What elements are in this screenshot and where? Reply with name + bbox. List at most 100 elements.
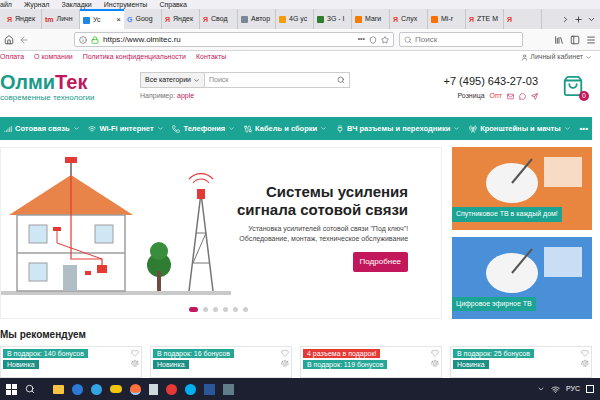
product-badge: Новинка: [153, 360, 189, 369]
browser-tab[interactable]: GGoog: [124, 9, 162, 29]
search-bar[interactable]: Поиск: [399, 32, 523, 47]
site-search: Все категорииПоиск: [140, 72, 350, 88]
product-card[interactable]: В подарок: 16 бонусовНовинка: [150, 346, 292, 378]
browser-tab[interactable]: Автор: [238, 9, 276, 29]
nav-item[interactable]: Сотовая связь: [4, 123, 80, 134]
top-link[interactable]: Оплата: [0, 52, 24, 63]
slider-dot[interactable]: [243, 307, 248, 312]
sidebar-icon[interactable]: [570, 35, 580, 45]
logo[interactable]: ОлмиТексовременные технологии: [0, 72, 140, 102]
slider-dot[interactable]: [189, 307, 198, 312]
home-icon[interactable]: [4, 35, 14, 45]
mail-icon[interactable]: [507, 93, 514, 100]
calculator-icon[interactable]: [149, 384, 158, 395]
nav-item[interactable]: Кабель и сборки: [244, 123, 327, 134]
slider-dot[interactable]: [233, 307, 238, 312]
tray-expand-icon[interactable]: [537, 385, 545, 393]
product-card[interactable]: В подарок: 140 бонусовНовинка: [0, 346, 142, 378]
whatsapp-icon[interactable]: [519, 93, 526, 100]
batman-app-icon[interactable]: [110, 385, 122, 393]
menu-item[interactable]: Закладки: [61, 0, 91, 9]
library-icon[interactable]: [554, 35, 564, 45]
app-icon[interactable]: [204, 384, 215, 395]
favorite-icon[interactable]: [131, 349, 139, 357]
compare-icon[interactable]: [131, 359, 139, 367]
menu-item[interactable]: Инструменты: [104, 0, 148, 9]
browser-tab[interactable]: ЯЯндек: [162, 9, 200, 29]
browser-tab[interactable]: ЯЯндек: [4, 9, 42, 29]
menu-item[interactable]: Журнал: [24, 0, 50, 9]
promo-card[interactable]: Спутниковое ТВ в каждый дом!: [452, 147, 592, 230]
info-icon[interactable]: [79, 36, 87, 44]
category-icon: [4, 125, 12, 133]
tab-close[interactable]: ×: [116, 16, 121, 24]
account-link[interactable]: Личный кабинет: [521, 52, 592, 63]
list-tabs-icon[interactable]: [587, 15, 596, 24]
scroll-tabs-icon[interactable]: [561, 15, 570, 24]
slider-dot[interactable]: [203, 307, 208, 312]
browser-tab[interactable]: 3G - I: [314, 9, 352, 29]
slider-dot[interactable]: [213, 307, 218, 312]
compare-icon[interactable]: [281, 359, 289, 367]
menu-item[interactable]: айл: [0, 0, 12, 9]
favorite-icon[interactable]: [281, 349, 289, 357]
site-search-button[interactable]: [333, 73, 349, 87]
browser-icon[interactable]: [166, 384, 177, 395]
back-icon[interactable]: [19, 35, 29, 45]
favorite-icon[interactable]: [431, 349, 439, 357]
page-actions[interactable]: •••: [358, 34, 365, 45]
favicon-icon: [83, 17, 90, 24]
browser-tab[interactable]: ЯСвод: [200, 9, 238, 29]
slider-dot[interactable]: [223, 307, 228, 312]
notifications-icon[interactable]: [586, 385, 594, 393]
nav-more[interactable]: •••: [580, 123, 588, 135]
ie-icon[interactable]: [91, 384, 102, 395]
cart[interactable]: 0: [562, 75, 586, 99]
hamburger-menu-icon[interactable]: [586, 35, 596, 45]
app-icon[interactable]: [223, 384, 234, 395]
search-hint-link[interactable]: apple: [177, 92, 194, 99]
browser-tab[interactable]: Ус×: [80, 9, 124, 29]
edge-icon[interactable]: [72, 384, 83, 395]
telegram-icon[interactable]: [531, 93, 538, 100]
bookmark-star-icon[interactable]: [381, 36, 389, 44]
windows-start-icon[interactable]: [6, 384, 17, 395]
url-bar[interactable]: https://www.olmitec.ru•••: [74, 32, 394, 47]
phone-number[interactable]: +7 (495) 643-27-03: [444, 73, 538, 90]
site-header: ОлмиТексовременные технологииВсе категор…: [0, 63, 592, 111]
browser-tab[interactable]: ЯСлух: [390, 9, 428, 29]
nav-item[interactable]: ВЧ разъемы и переходники: [336, 123, 460, 134]
nav-item[interactable]: Кронштейны и мачты: [469, 123, 571, 134]
promo-card[interactable]: Цифровое эфирное ТВ: [452, 237, 592, 320]
browser-tab[interactable]: Маги: [352, 9, 390, 29]
compare-icon[interactable]: [581, 359, 589, 367]
menu-item[interactable]: Справка: [159, 0, 186, 9]
input-language[interactable]: РУС: [566, 384, 580, 395]
site-search-input[interactable]: Поиск: [205, 73, 333, 87]
browser-tab[interactable]: 4G ус: [276, 9, 314, 29]
compare-icon[interactable]: [431, 359, 439, 367]
favorite-icon[interactable]: [581, 349, 589, 357]
browser-tab[interactable]: ЯZTE M: [466, 9, 504, 29]
sales-link[interactable]: Опт: [490, 91, 502, 102]
top-link[interactable]: О компании: [34, 52, 73, 63]
pocket-icon[interactable]: [369, 36, 377, 44]
skype-icon[interactable]: [185, 384, 196, 395]
browser-tab[interactable]: Я: [504, 9, 542, 29]
top-link[interactable]: Контакты: [196, 52, 226, 63]
file-explorer-icon[interactable]: [53, 385, 64, 394]
network-icon[interactable]: [551, 385, 560, 394]
new-tab-icon[interactable]: [574, 15, 583, 24]
browser-tab[interactable]: tmЛичн: [42, 9, 80, 29]
firefox-icon[interactable]: [130, 384, 141, 395]
nav-item[interactable]: Wi-Fi интернет: [88, 123, 163, 134]
browser-tab[interactable]: Mi-r: [428, 9, 466, 29]
product-card[interactable]: 4 разъема в подарок!В подарок: 119 бонус…: [300, 346, 442, 378]
category-select[interactable]: Все категории: [141, 73, 205, 87]
nav-item[interactable]: Телефония: [172, 123, 235, 134]
details-button[interactable]: Подробнее: [353, 252, 409, 272]
top-link[interactable]: Политика конфиденциальности: [83, 52, 186, 63]
product-card[interactable]: В подарок: 25 бонусовНовинка: [450, 346, 592, 378]
taskbar-search-icon[interactable]: [25, 384, 35, 394]
sales-link[interactable]: Розница: [457, 91, 484, 102]
